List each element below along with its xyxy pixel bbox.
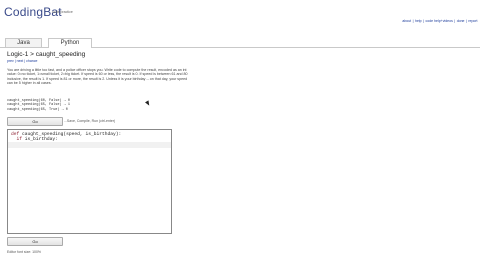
- example-3: caught_speeding(65, True) → 0: [7, 107, 68, 112]
- top-links: about | help | code help+videos | done |…: [402, 19, 478, 23]
- go-button-bottom[interactable]: Go: [7, 237, 63, 246]
- code-help-link[interactable]: code help+videos: [425, 19, 452, 23]
- editor-font-note: Editor font size: 100%: [7, 250, 42, 254]
- tab-java[interactable]: Java: [5, 38, 42, 47]
- example-2: caught_speeding(65, False) → 1: [7, 103, 71, 108]
- code-keyword-if: if: [11, 137, 23, 143]
- code-editor[interactable]: def caught_speeding(speed, is_birthday):…: [7, 129, 172, 234]
- breadcrumb[interactable]: prev | next | chance: [7, 59, 37, 63]
- coding-page: CodingBat code practice about | help | c…: [0, 0, 480, 270]
- problem-description: You are driving a little too fast, and a…: [7, 68, 188, 86]
- site-tagline: code practice: [52, 10, 73, 14]
- code-line-2: is_birthday:: [22, 137, 58, 143]
- mouse-cursor-icon: [145, 100, 151, 107]
- about-link[interactable]: about: [402, 19, 411, 23]
- report-link[interactable]: report: [468, 19, 477, 23]
- current-line-highlight: [8, 142, 171, 148]
- problem-title: Logic-1 > caught_speeding: [7, 51, 86, 58]
- language-tabs: Java Python: [0, 38, 480, 48]
- examples-list: caught_speeding(60, False) → 0 caught_sp…: [7, 99, 70, 112]
- go-button[interactable]: Go: [7, 117, 63, 126]
- done-link[interactable]: done: [457, 19, 465, 23]
- go-note: ...Save, Compile, Run (ctrl-enter): [64, 119, 116, 123]
- help-link[interactable]: help: [415, 19, 422, 23]
- tab-python[interactable]: Python: [48, 38, 92, 48]
- code-text[interactable]: def caught_speeding(speed, is_birthday):…: [11, 132, 121, 143]
